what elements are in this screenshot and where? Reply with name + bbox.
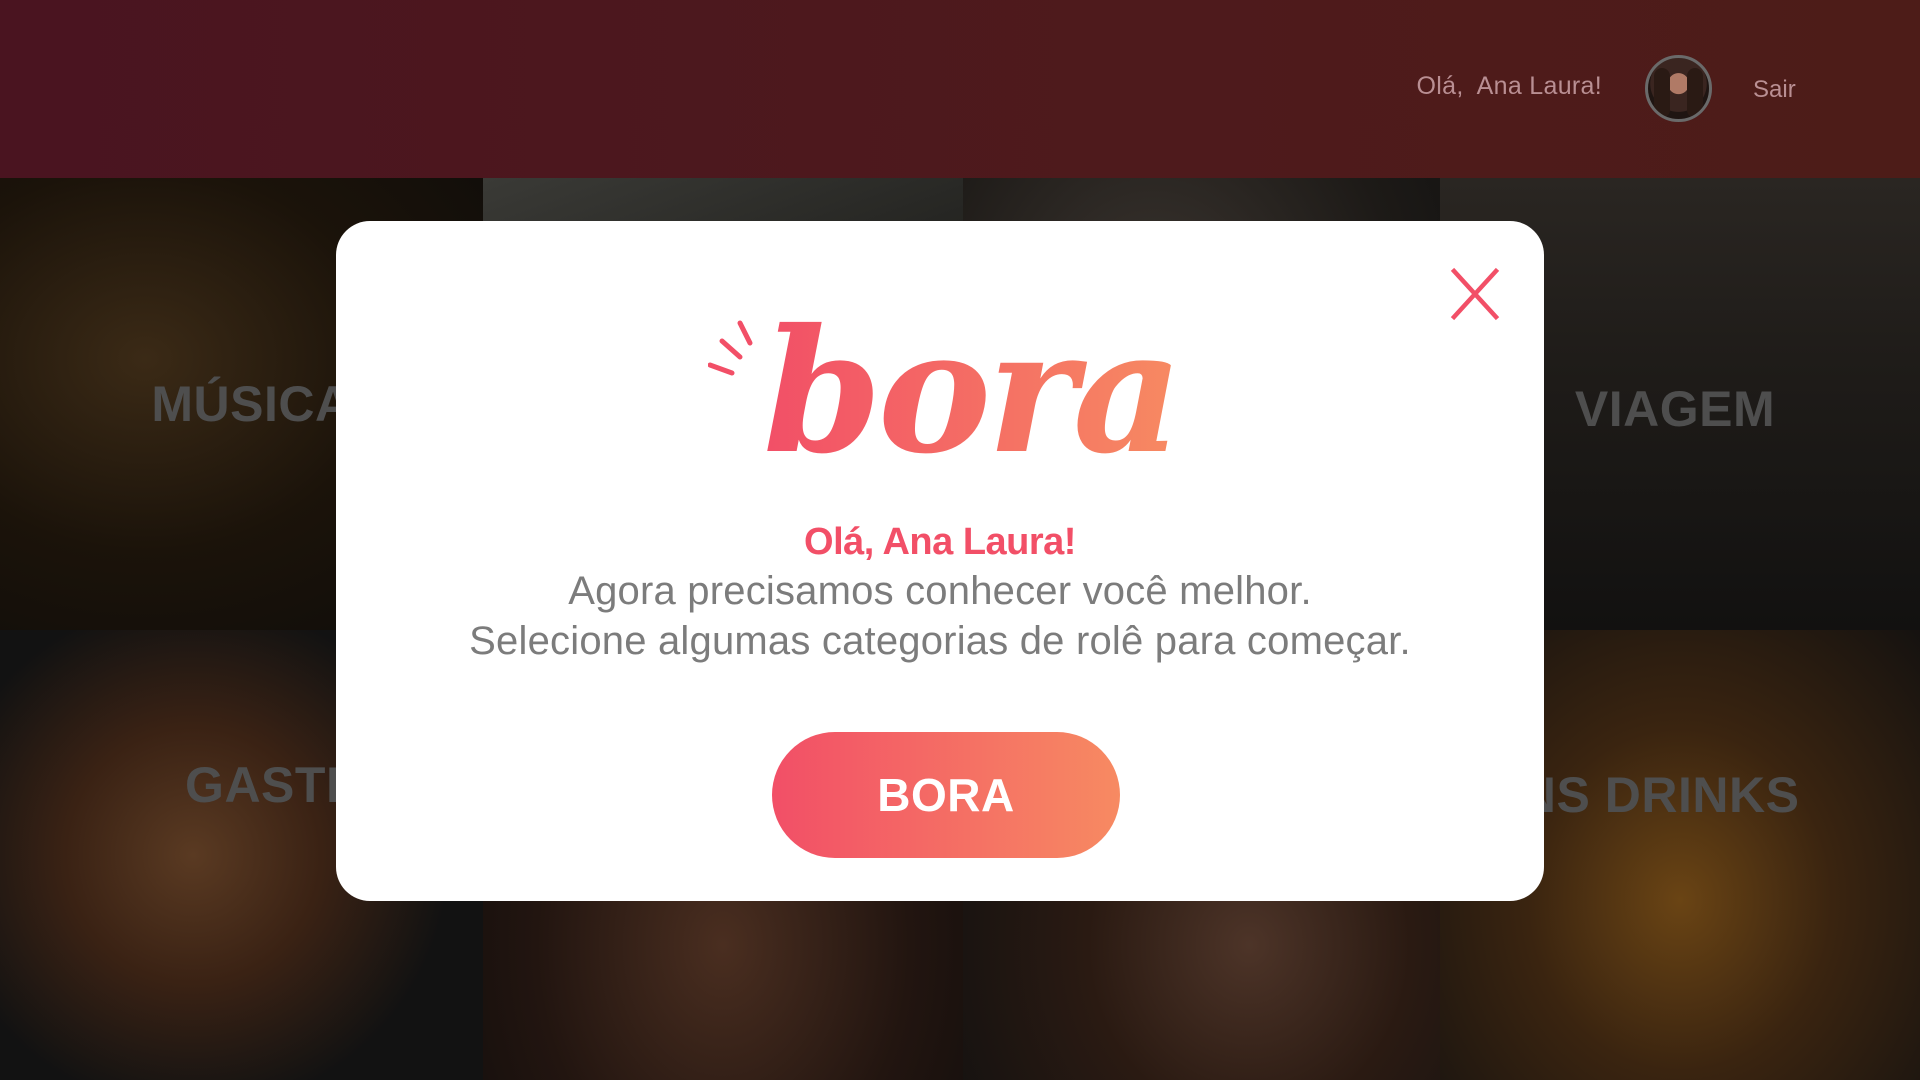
- avatar-hair-left: [1654, 68, 1670, 118]
- user-avatar[interactable]: [1645, 55, 1712, 122]
- category-label: VIAGEM: [1574, 381, 1776, 437]
- user-greeting: Olá, Ana Laura!: [1416, 72, 1602, 100]
- category-label: MÚSICA: [151, 376, 352, 432]
- welcome-modal: bora Olá, Ana Laura! Agora precisamos co…: [336, 221, 1544, 901]
- top-header: Olá, Ana Laura! Sair: [0, 0, 1920, 178]
- bora-logo: bora: [707, 281, 1183, 492]
- logout-link[interactable]: Sair: [1753, 76, 1796, 104]
- avatar-hair-right: [1687, 68, 1703, 118]
- modal-greeting: Olá, Ana Laura!: [804, 521, 1076, 563]
- modal-message-line-1: Agora precisamos conhecer você melhor.: [568, 569, 1312, 613]
- close-icon: [1450, 267, 1500, 321]
- logo-text: bora: [763, 292, 1178, 481]
- bora-logo-mark: bora: [707, 292, 1183, 492]
- modal-message-line-2: Selecione algumas categorias de rolê par…: [469, 619, 1411, 663]
- bora-start-button[interactable]: BORA: [772, 732, 1120, 858]
- close-button[interactable]: [1446, 263, 1508, 325]
